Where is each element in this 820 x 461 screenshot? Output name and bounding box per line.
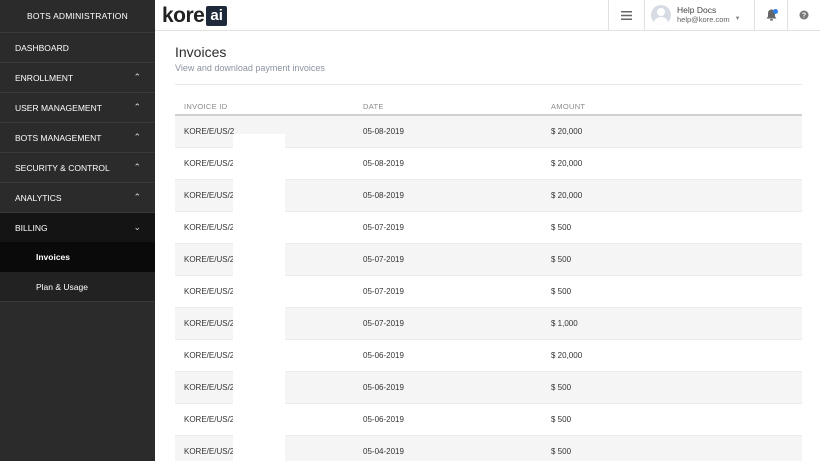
invoice-amount: $ 20,000 (551, 127, 583, 136)
page-title: Invoices (175, 44, 227, 60)
invoice-date: 05-08-2019 (363, 159, 404, 168)
caret-down-icon: ▼ (734, 16, 741, 22)
invoice-date: 05-06-2019 (363, 415, 404, 424)
invoice-amount: $ 500 (551, 447, 572, 456)
notifications-button[interactable] (754, 0, 787, 30)
hamburger-icon (621, 10, 632, 20)
invoice-date: 05-07-2019 (363, 287, 404, 296)
invoice-amount: $ 500 (551, 287, 572, 296)
page-subtitle: View and download payment invoices (175, 63, 325, 73)
sidebar-item-bots-management[interactable]: BOTS MANAGEMENT ⌃ (0, 122, 155, 152)
sidebar-subitem-invoices[interactable]: Invoices (0, 242, 155, 272)
sidebar: BOTS ADMINISTRATION DASHBOARD ENROLLMENT… (0, 0, 155, 461)
user-menu[interactable]: Help Docs help@kore.com ▼ (644, 0, 754, 30)
sidebar-item-label: USER MANAGEMENT (15, 102, 102, 113)
logo-text: kore (162, 4, 205, 27)
column-header-invoice-id: INVOICE ID (184, 102, 228, 111)
sidebar-item-enrollment[interactable]: ENROLLMENT ⌃ (0, 62, 155, 92)
logo-box: ai (206, 6, 227, 26)
sidebar-subitem-plan-usage[interactable]: Plan & Usage (0, 272, 155, 302)
invoice-date: 05-06-2019 (363, 383, 404, 392)
invoice-date: 05-07-2019 (363, 319, 404, 328)
invoice-amount: $ 20,000 (551, 159, 583, 168)
divider (175, 84, 802, 85)
sidebar-item-label: BILLING (15, 222, 48, 233)
user-info: Help Docs help@kore.com (677, 5, 730, 25)
menu-button[interactable] (608, 0, 644, 30)
sidebar-title: BOTS ADMINISTRATION (0, 0, 155, 32)
sidebar-item-label: ENROLLMENT (15, 72, 74, 83)
chevron-up-icon: ⌃ (133, 102, 141, 112)
invoice-amount: $ 500 (551, 415, 572, 424)
invoice-amount: $ 20,000 (551, 351, 583, 360)
user-email: help@kore.com (677, 15, 730, 24)
invoice-amount: $ 20,000 (551, 191, 583, 200)
column-header-amount: AMOUNT (551, 102, 586, 111)
help-button[interactable]: ? (787, 0, 820, 30)
sidebar-item-label: SECURITY & CONTROL (15, 162, 110, 173)
sidebar-item-analytics[interactable]: ANALYTICS ⌃ (0, 182, 155, 212)
invoice-date: 05-07-2019 (363, 223, 404, 232)
chevron-up-icon: ⌃ (133, 132, 141, 142)
column-header-date: DATE (363, 102, 384, 111)
invoice-amount: $ 500 (551, 383, 572, 392)
sidebar-item-billing[interactable]: BILLING ⌄ (0, 212, 155, 242)
invoice-date: 05-07-2019 (363, 255, 404, 264)
sidebar-item-security-control[interactable]: SECURITY & CONTROL ⌃ (0, 152, 155, 182)
notification-dot (773, 9, 778, 14)
sidebar-item-dashboard[interactable]: DASHBOARD (0, 32, 155, 62)
invoice-amount: $ 1,000 (551, 319, 578, 328)
invoice-amount: $ 500 (551, 223, 572, 232)
sidebar-item-user-management[interactable]: USER MANAGEMENT ⌃ (0, 92, 155, 122)
kore-ai-logo[interactable]: kore ai (162, 4, 227, 28)
top-bar: kore ai Help Docs help@kore.com ▼ ? (155, 0, 820, 31)
invoice-date: 05-08-2019 (363, 127, 404, 136)
sidebar-item-label: DASHBOARD (15, 42, 69, 53)
chevron-up-icon: ⌃ (133, 162, 141, 172)
table-header: INVOICE ID DATE AMOUNT (175, 102, 802, 116)
invoice-date: 05-08-2019 (363, 191, 404, 200)
sidebar-item-label: ANALYTICS (15, 192, 62, 203)
chevron-up-icon: ⌃ (133, 192, 141, 202)
sidebar-item-label: BOTS MANAGEMENT (15, 132, 102, 143)
user-name: Help Docs (677, 5, 717, 15)
chevron-up-icon: ⌃ (133, 72, 141, 82)
invoice-date: 05-04-2019 (363, 447, 404, 456)
invoice-amount: $ 500 (551, 255, 572, 264)
chevron-down-icon: ⌄ (133, 222, 141, 232)
svg-text:?: ? (802, 13, 806, 20)
invoice-date: 05-06-2019 (363, 351, 404, 360)
help-icon: ? (799, 10, 809, 20)
redaction-block (233, 134, 285, 461)
avatar (651, 5, 671, 25)
